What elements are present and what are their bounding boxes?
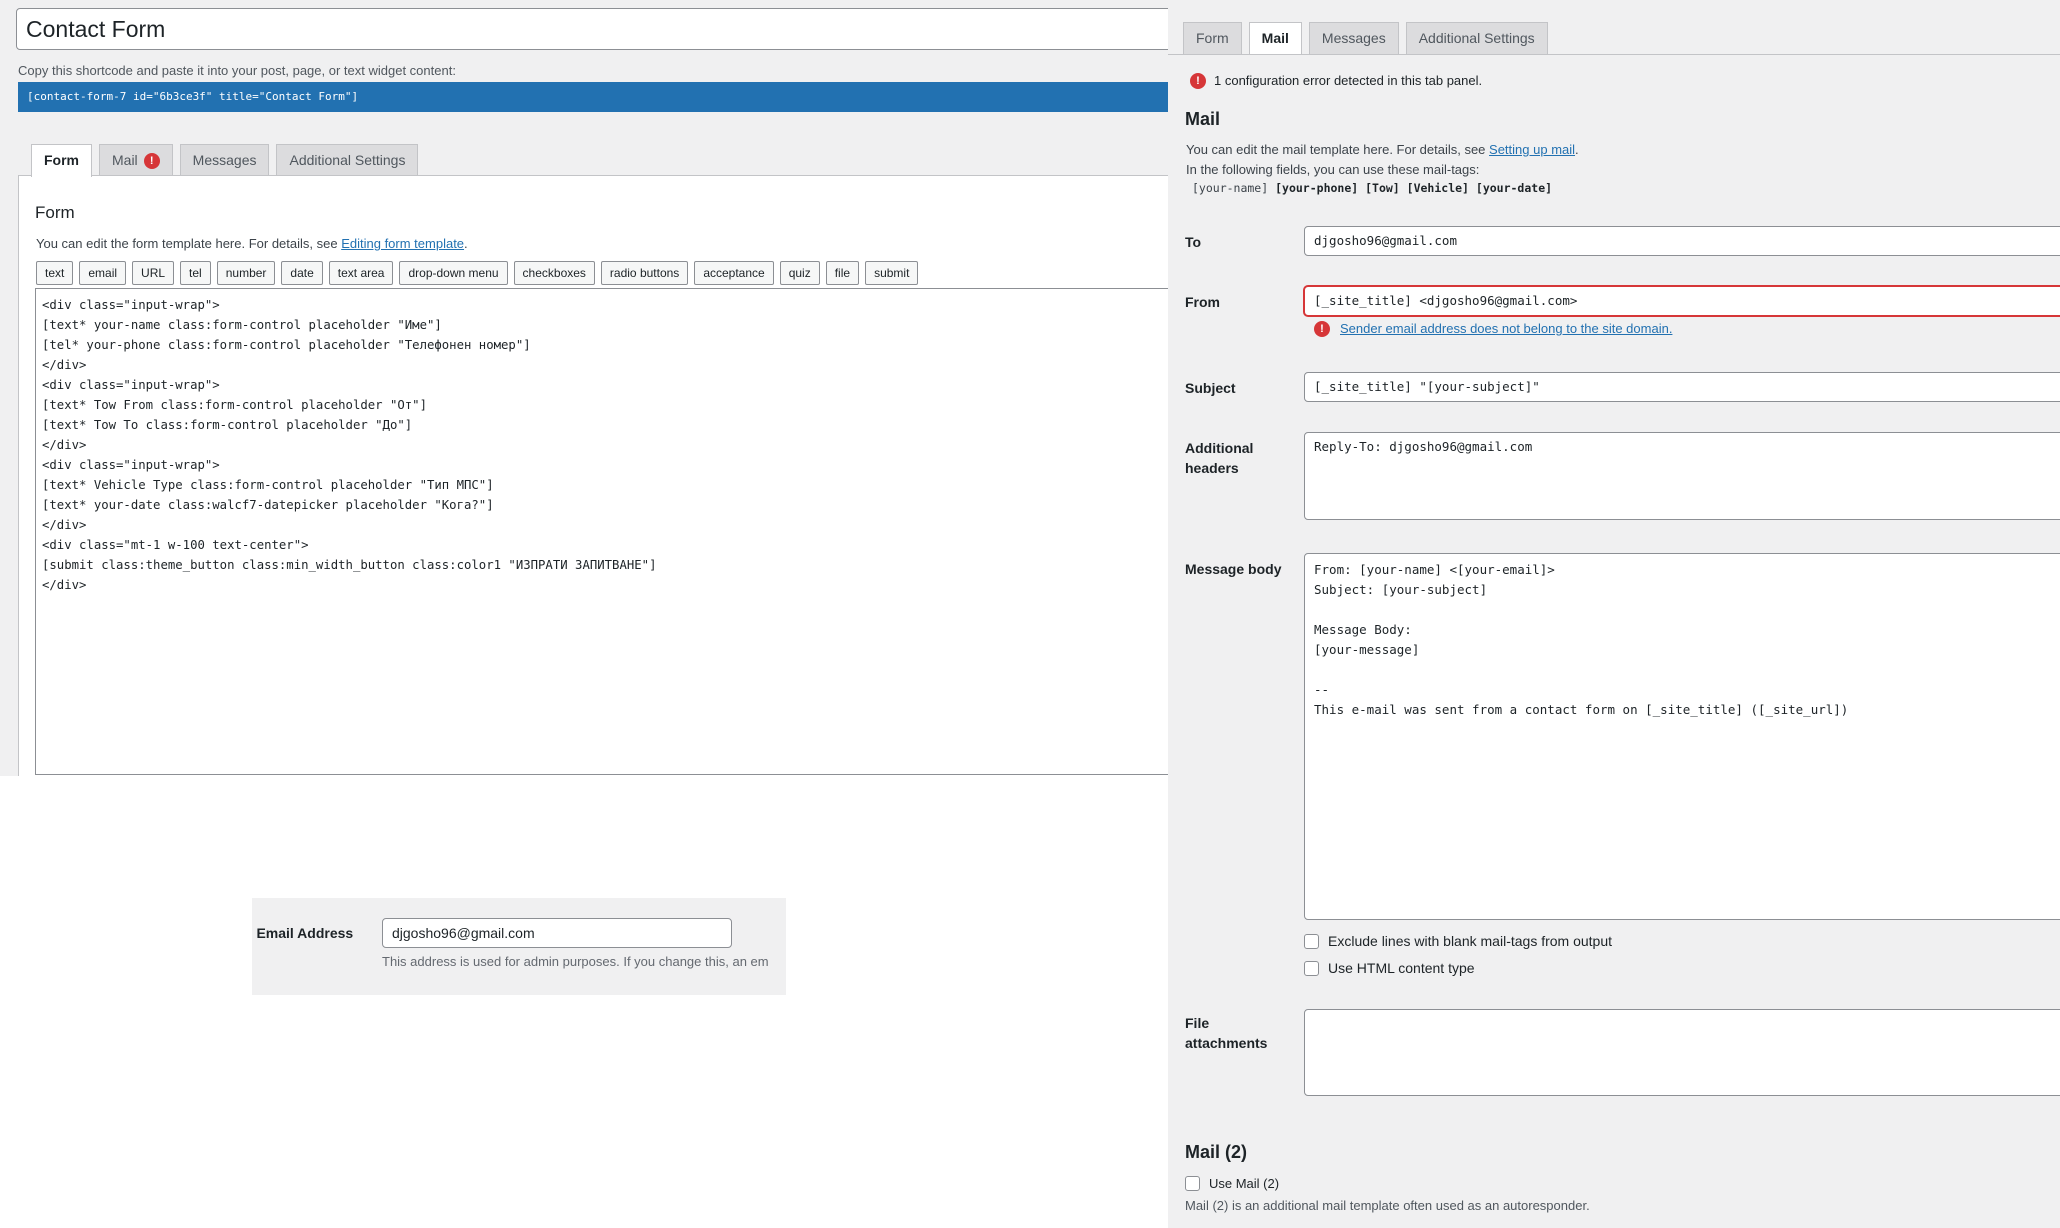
tab-form-label: Form [1196,30,1229,46]
form-title-input[interactable]: Contact Form [16,8,1176,50]
form-desc-suffix: . [464,236,468,251]
form-editor-panel: Contact Form Copy this shortcode and pas… [0,0,1176,776]
mail2-description: Mail (2) is an additional mail template … [1185,1198,1590,1213]
tag-button-tel[interactable]: tel [180,261,211,285]
use-mail2-checkbox[interactable] [1185,1176,1200,1191]
mail-tags-used: [your-phone] [Tow] [Vehicle] [your-date] [1275,181,1553,195]
use-mail2-option[interactable]: Use Mail (2) [1185,1176,1279,1191]
tab-mail-label: Mail [112,152,138,168]
form-template-textarea[interactable]: <div class="input-wrap"> [text* your-nam… [35,288,1175,775]
from-input[interactable]: [_site_title] <djgosho96@gmail.com> [1304,286,2060,316]
file-attachments-label: File attachments [1185,1015,1268,1051]
additional-headers-textarea[interactable]: Reply-To: djgosho96@gmail.com [1304,432,2060,520]
form-description: You can edit the form template here. For… [36,236,468,251]
form-heading: Form [35,203,75,222]
tab-mail[interactable]: Mail [1248,22,1302,54]
editing-form-template-link[interactable]: Editing form template [341,236,464,251]
mail-description: You can edit the mail template here. For… [1186,142,1579,157]
tab-form-label: Form [44,152,79,168]
use-html-checkbox[interactable] [1304,960,1319,976]
tab-mail-label: Mail [1261,30,1289,46]
tab-messages[interactable]: Messages [1308,22,1399,54]
setting-up-mail-link[interactable]: Setting up mail [1489,142,1575,157]
tag-button-email[interactable]: email [79,261,127,285]
mail-desc-text: You can edit the mail template here. For… [1186,142,1490,157]
tab-additional-settings-label: Additional Settings [1418,30,1535,46]
error-icon: ! [1190,73,1206,89]
shortcode-hint: Copy this shortcode and paste it into yo… [18,63,456,78]
admin-email-row: n Email Address djgosho96@gmail.com This… [252,898,786,995]
shortcode-field[interactable]: [contact-form-7 id="6b3ce3f" title="Cont… [18,82,1168,112]
subject-label: Subject [1185,380,1236,396]
use-html-label: Use HTML content type [1328,960,1475,976]
mail-tag-unused: [your-name] [1192,181,1269,195]
tag-button-url[interactable]: URL [132,261,175,285]
tag-button-radio[interactable]: radio buttons [600,261,689,285]
use-html-option[interactable]: Use HTML content type [1304,960,1475,976]
tag-button-file[interactable]: file [825,261,860,285]
tag-button-dropdown[interactable]: drop-down menu [399,261,508,285]
from-error-message: ! Sender email address does not belong t… [1314,320,1672,337]
mail-tags-intro: In the following fields, you can use the… [1186,162,1480,177]
tab-additional-settings[interactable]: Additional Settings [1405,22,1548,54]
exclude-blank-option[interactable]: Exclude lines with blank mail-tags from … [1304,933,1612,949]
to-label: To [1185,234,1202,250]
editor-tabs: Form Mail Messages Additional Settings [1183,22,1548,54]
form-tab-panel: Form You can edit the form template here… [18,175,1175,776]
tab-additional-settings[interactable]: Additional Settings [276,144,419,176]
tab-messages-label: Messages [192,152,257,168]
from-label: From [1185,294,1220,310]
config-error-text: 1 configuration error detected in this t… [1214,73,1483,88]
use-mail2-label: Use Mail (2) [1209,1176,1280,1191]
tab-form[interactable]: Form [31,144,92,177]
exclude-blank-checkbox[interactable] [1304,933,1319,949]
tag-button-text[interactable]: text [36,261,74,285]
tag-button-checkboxes[interactable]: checkboxes [513,261,595,285]
tab-form[interactable]: Form [1183,22,1242,54]
tag-button-date[interactable]: date [281,261,323,285]
error-icon: ! [143,153,160,169]
subject-input[interactable]: [_site_title] "[your-subject]" [1304,372,2060,402]
message-body-textarea[interactable]: From: [your-name] <[your-email]> Subject… [1304,553,2060,920]
tag-generator-buttons: text email URL tel number date text area… [36,261,919,285]
tab-mail[interactable]: Mail ! [99,144,173,176]
mail-editor-panel: Form Mail Messages Additional Settings !… [1168,0,2060,1228]
mail-heading: Mail [1185,109,1221,129]
error-icon: ! [1314,321,1330,337]
tag-button-quiz[interactable]: quiz [779,261,820,285]
tab-additional-settings-label: Additional Settings [289,152,406,168]
tab-messages-label: Messages [1321,30,1386,46]
mail-desc-suffix: . [1575,142,1579,157]
config-error-notice: ! 1 configuration error detected in this… [1190,72,1482,89]
mail-tags-list: [your-name] [your-phone] [Tow] [Vehicle]… [1192,181,1552,195]
message-body-label: Message body [1185,561,1282,577]
tab-divider [1168,54,2060,55]
editor-tabs: Form Mail ! Messages Additional Settings [31,144,419,177]
sender-domain-error-link[interactable]: Sender email address does not belong to … [1340,321,1672,336]
admin-email-input[interactable]: djgosho96@gmail.com [382,918,732,948]
file-attachments-textarea[interactable] [1304,1009,2060,1096]
form-desc-text: You can edit the form template here. For… [36,236,342,251]
admin-email-label: n Email Address [252,925,354,941]
admin-email-description: This address is used for admin purposes.… [382,954,769,969]
exclude-blank-label: Exclude lines with blank mail-tags from … [1328,933,1613,949]
tag-button-acceptance[interactable]: acceptance [694,261,774,285]
mail2-heading: Mail (2) [1185,1142,1248,1162]
additional-headers-label: Additional headers [1185,440,1254,476]
tag-button-submit[interactable]: submit [865,261,919,285]
to-input[interactable]: djgosho96@gmail.com [1304,226,2060,256]
tag-button-number[interactable]: number [216,261,276,285]
tab-messages[interactable]: Messages [179,144,270,176]
tag-button-textarea[interactable]: text area [328,261,394,285]
